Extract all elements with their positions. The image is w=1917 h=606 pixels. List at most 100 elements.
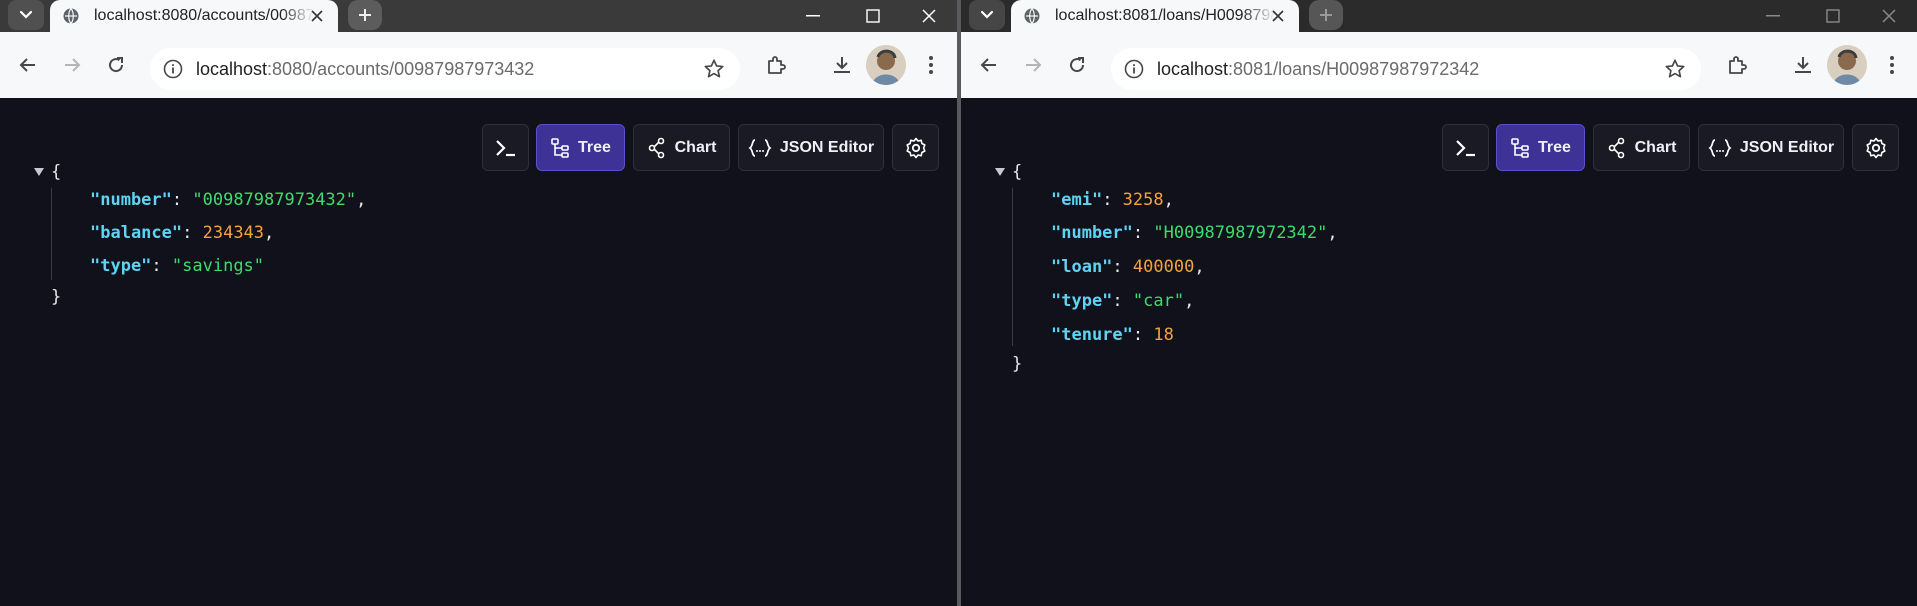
- plus-icon: [359, 9, 371, 21]
- json-row: "type": "savings": [90, 256, 265, 276]
- new-tab-button[interactable]: [348, 0, 382, 30]
- json-editor-icon: [748, 138, 772, 157]
- address-bar[interactable]: localhost:8081/loans/H00987987972342: [1111, 48, 1701, 90]
- back-button[interactable]: [973, 49, 1005, 81]
- settings-button[interactable]: [892, 124, 939, 171]
- tab-list-button[interactable]: [969, 0, 1005, 30]
- chevron-down-icon: [980, 10, 994, 19]
- info-icon[interactable]: [160, 56, 186, 82]
- reload-icon: [1070, 57, 1085, 73]
- forward-icon: [1026, 58, 1042, 72]
- address-bar[interactable]: localhost:8080/accounts/00987987973432: [150, 48, 740, 90]
- close-icon: [922, 9, 936, 23]
- download-icon[interactable]: [1787, 49, 1819, 81]
- tree-view-button[interactable]: Tree: [536, 124, 625, 171]
- json-row: "tenure": 18: [1051, 325, 1174, 345]
- extensions-icon[interactable]: [760, 49, 792, 81]
- chart-view-button[interactable]: Chart: [1593, 124, 1690, 171]
- extensions-icon[interactable]: [1721, 49, 1753, 81]
- json-value: 234343: [202, 223, 265, 243]
- avatar[interactable]: [1827, 45, 1867, 85]
- back-button[interactable]: [12, 49, 44, 81]
- terminal-icon: [495, 139, 515, 156]
- gear-icon: [905, 137, 926, 158]
- tab-title: localhost:8080/accounts/00987987973432: [94, 7, 314, 24]
- minimize-button[interactable]: [785, 0, 841, 32]
- maximize-button[interactable]: [845, 0, 901, 32]
- new-tab-button[interactable]: [1309, 0, 1343, 30]
- caret-down-icon[interactable]: [32, 166, 46, 178]
- tree-icon: [551, 137, 569, 158]
- json-value: "car": [1132, 291, 1185, 311]
- menu-icon[interactable]: [915, 49, 947, 81]
- url-text[interactable]: localhost:8081/loans/H00987987972342: [1157, 59, 1479, 80]
- raw-view-button[interactable]: [1442, 124, 1489, 171]
- json-row: "balance": 234343,: [90, 223, 275, 243]
- url-text[interactable]: localhost:8080/accounts/00987987973432: [196, 59, 534, 80]
- reload-button[interactable]: [1061, 49, 1093, 81]
- chart-label: Chart: [1634, 138, 1677, 156]
- json-close-brace: }: [51, 287, 62, 307]
- star-icon[interactable]: [702, 57, 726, 81]
- url-path: :8081/loans/H00987987972342: [1228, 59, 1480, 79]
- back-icon: [980, 58, 996, 72]
- json-comma: ,: [1163, 190, 1174, 210]
- star-icon[interactable]: [1663, 57, 1687, 81]
- globe-icon: [62, 7, 80, 25]
- tree-view-button[interactable]: Tree: [1496, 124, 1585, 171]
- plus-icon: [1320, 9, 1332, 21]
- close-icon[interactable]: [308, 7, 326, 25]
- json-row: "loan": 400000,: [1051, 257, 1205, 277]
- json-key: "type": [1051, 291, 1113, 311]
- close-icon: [1882, 9, 1896, 23]
- json-close-brace: }: [1012, 354, 1023, 374]
- forward-button[interactable]: [1017, 49, 1049, 81]
- json-editor-button[interactable]: JSON Editor: [1698, 124, 1844, 171]
- maximize-icon: [866, 9, 880, 23]
- indent-guide: [51, 188, 52, 280]
- browser-tab[interactable]: localhost:8080/accounts/00987987973432: [50, 0, 338, 32]
- terminal-icon: [1455, 139, 1475, 156]
- json-value: "H00987987972342": [1153, 223, 1328, 243]
- forward-button[interactable]: [56, 49, 88, 81]
- json-key: "loan": [1051, 257, 1113, 277]
- json-open-brace: {: [51, 162, 62, 182]
- close-icon[interactable]: [1269, 7, 1287, 25]
- settings-button[interactable]: [1852, 124, 1899, 171]
- reload-button[interactable]: [100, 49, 132, 81]
- json-value: 18: [1153, 325, 1174, 345]
- tree-label: Tree: [578, 138, 611, 156]
- gear-icon: [1865, 137, 1886, 158]
- chart-label: Chart: [674, 138, 717, 156]
- tree-label: Tree: [1538, 138, 1571, 156]
- minimize-icon: [806, 15, 820, 17]
- json-row: "number": "00987987973432",: [90, 190, 367, 210]
- maximize-icon: [1826, 9, 1840, 23]
- json-row: "type": "car",: [1051, 291, 1195, 311]
- json-editor-icon: [1708, 138, 1732, 157]
- maximize-button[interactable]: [1805, 0, 1861, 32]
- json-editor-button[interactable]: JSON Editor: [738, 124, 884, 171]
- menu-icon[interactable]: [1876, 49, 1908, 81]
- close-window-button[interactable]: [1861, 0, 1917, 32]
- browser-window-left: localhost:8080/accounts/00987987973432: [0, 0, 957, 606]
- json-row: "number": "H00987987972342",: [1051, 223, 1338, 243]
- close-window-button[interactable]: [901, 0, 957, 32]
- info-icon[interactable]: [1121, 56, 1147, 82]
- download-icon[interactable]: [826, 49, 858, 81]
- browser-tab[interactable]: localhost:8081/loans/H00987987972342: [1011, 0, 1299, 32]
- url-host: localhost: [196, 59, 268, 79]
- globe-icon: [1023, 7, 1041, 25]
- caret-down-icon[interactable]: [993, 166, 1007, 178]
- chart-icon: [648, 137, 664, 158]
- minimize-button[interactable]: [1745, 0, 1801, 32]
- json-key: "number": [1051, 223, 1133, 243]
- json-open-brace: {: [1012, 162, 1023, 182]
- json-comma: ,: [356, 190, 367, 210]
- raw-view-button[interactable]: [482, 124, 529, 171]
- avatar[interactable]: [866, 45, 906, 85]
- tab-list-button[interactable]: [8, 0, 44, 30]
- chart-view-button[interactable]: Chart: [633, 124, 730, 171]
- json-comma: ,: [264, 223, 275, 243]
- json-comma: ,: [1327, 223, 1338, 243]
